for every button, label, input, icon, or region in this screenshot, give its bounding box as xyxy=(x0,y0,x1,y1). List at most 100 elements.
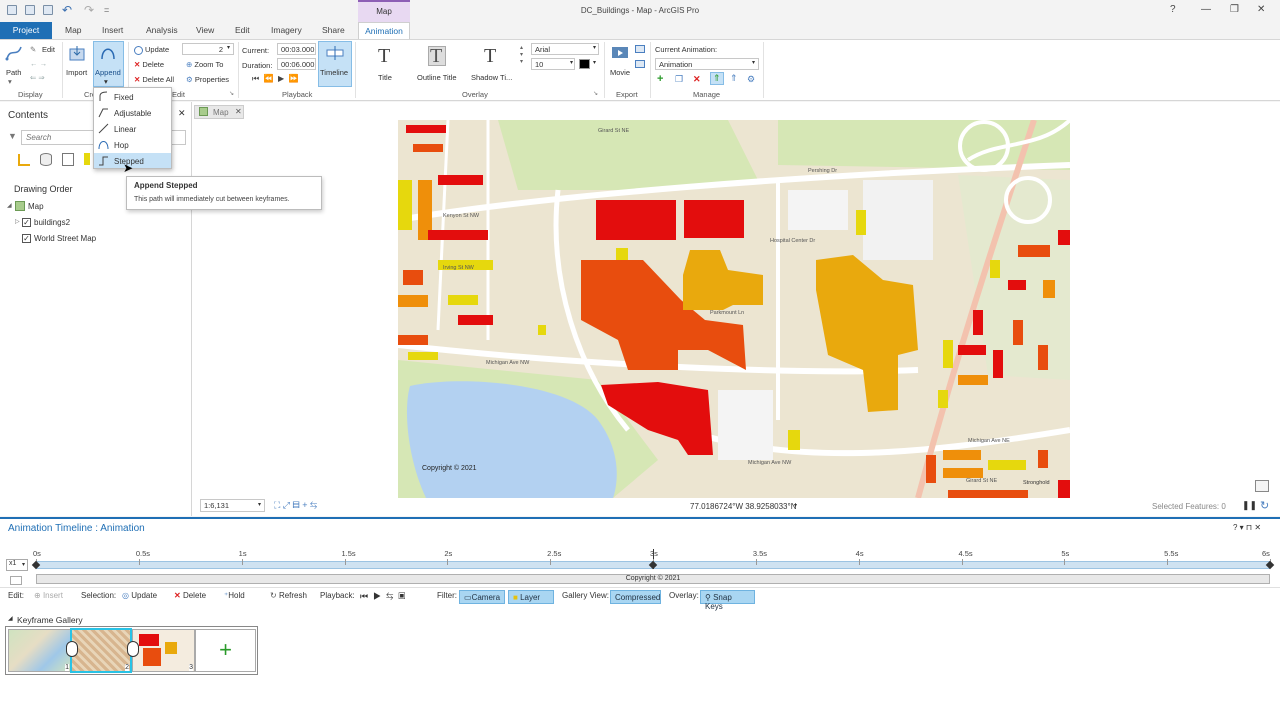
import-button[interactable]: Import xyxy=(66,68,87,77)
outline-title-button[interactable]: Outline Title xyxy=(417,73,457,82)
map-view-tab[interactable]: Map ✕ xyxy=(194,105,244,119)
tab-map[interactable]: Map xyxy=(65,25,82,35)
delete-all-button[interactable]: ✕ Delete All xyxy=(134,75,174,84)
menu-item-hop[interactable]: Hop xyxy=(94,137,171,152)
restore-button[interactable]: ❐ xyxy=(1230,4,1239,15)
camera-filter-toggle[interactable]: ▭Camera xyxy=(459,590,505,604)
pause-drawing-icon[interactable]: ❚❚ xyxy=(1242,500,1257,511)
layer-buildings2[interactable]: buildings2 xyxy=(34,218,70,227)
tab-insert[interactable]: Insert xyxy=(102,25,123,35)
refresh-map-icon[interactable]: ↻ xyxy=(1260,499,1269,512)
layer-visibility-checkbox[interactable]: ✓ xyxy=(22,218,31,227)
refresh-button[interactable]: ↻ Refresh xyxy=(270,591,307,600)
path-dropdown-icon[interactable]: ▾ xyxy=(8,77,12,86)
tab-edit[interactable]: Edit xyxy=(235,25,250,35)
expand-layer-icon[interactable]: ▷ xyxy=(15,218,20,225)
tab-imagery[interactable]: Imagery xyxy=(271,25,302,35)
font-size-field[interactable]: 10 xyxy=(531,58,575,70)
tab-project[interactable]: Project xyxy=(0,22,52,39)
timeline-playback-icons[interactable]: ⏮ ▶ ⇆ ▣ xyxy=(360,591,405,602)
list-by-drawing-order-icon[interactable] xyxy=(18,154,30,166)
previous-arrow-icon[interactable]: ← → xyxy=(30,59,47,68)
hold-button[interactable]: ⁺Hold xyxy=(224,591,245,600)
current-time-field[interactable]: 00:03.000 xyxy=(277,43,316,55)
minimize-button[interactable]: — xyxy=(1201,4,1211,15)
map-overview-icon[interactable] xyxy=(1255,480,1269,492)
gallery-scroll-icon[interactable]: ▴ ▾ ▾ xyxy=(520,44,523,65)
first-last-arrow-icon[interactable]: ⇐ ⇒ xyxy=(30,73,45,82)
font-family-field[interactable]: Arial xyxy=(531,43,599,55)
zoom-to-button[interactable]: ⊕ Zoom To xyxy=(186,60,223,69)
keyframe-count-dropdown-icon[interactable]: ▾ xyxy=(227,44,230,51)
edit-dialog-launcher-icon[interactable]: ↘ xyxy=(229,90,234,97)
tab-view[interactable]: View xyxy=(196,25,214,35)
menu-item-adjustable[interactable]: Adjustable xyxy=(94,105,171,120)
keyframe-thumbnail-selected[interactable]: 2 xyxy=(70,628,132,673)
insert-button[interactable]: ⊕ Insert xyxy=(34,591,63,600)
tab-share[interactable]: Share xyxy=(322,25,345,35)
playback-controls-icon[interactable]: ⏮ ⏪ ▶ ⏩ xyxy=(252,74,299,84)
export-image-icon[interactable] xyxy=(635,45,645,53)
duration-field[interactable]: 00:06.000 xyxy=(277,58,316,70)
scale-dropdown-icon[interactable]: ▾ xyxy=(258,501,261,508)
close-window-button[interactable]: ✕ xyxy=(1257,4,1265,15)
font-size-dropdown-icon[interactable]: ▾ xyxy=(570,59,573,66)
list-by-editing-icon[interactable] xyxy=(84,153,90,165)
path-button[interactable]: Path xyxy=(6,68,21,77)
close-map-tab-icon[interactable]: ✕ xyxy=(235,107,242,116)
font-color-dropdown-icon[interactable]: ▾ xyxy=(593,59,596,66)
playback-speed-dropdown-icon[interactable]: ▾ xyxy=(22,561,25,568)
title-button[interactable]: Title xyxy=(378,73,392,82)
menu-item-fixed[interactable]: Fixed xyxy=(94,89,171,104)
transition-hop-icon[interactable] xyxy=(66,641,78,657)
filter-icon[interactable]: ▼ xyxy=(8,131,17,141)
compressed-toggle[interactable]: Compressed xyxy=(610,590,661,604)
display-edit-button[interactable]: Edit xyxy=(42,45,55,54)
list-by-selection-icon[interactable] xyxy=(62,153,74,166)
overlay-track[interactable]: Copyright © 2021 xyxy=(36,574,1270,584)
add-animation-icon[interactable]: + xyxy=(657,73,663,85)
current-animation-field[interactable]: Animation xyxy=(655,58,759,70)
append-dropdown-icon[interactable]: ▾ xyxy=(104,77,108,86)
close-pane-icon[interactable]: ✕ xyxy=(178,108,186,119)
transition-hop-icon[interactable] xyxy=(127,641,139,657)
keyframe-thumbnail[interactable]: 3 xyxy=(132,629,195,672)
delete-button[interactable]: ✕ Delete xyxy=(134,60,164,69)
layer-filter-toggle[interactable]: ■ Layer xyxy=(508,590,554,604)
export-video-icon[interactable] xyxy=(635,60,645,68)
collapse-gallery-icon[interactable]: ◢ xyxy=(8,615,13,622)
movie-button[interactable]: Movie xyxy=(610,68,630,77)
map-canvas[interactable]: Kenyon St NW Irving St NW Hospital Cente… xyxy=(398,120,1070,498)
layer-world-street-map[interactable]: World Street Map xyxy=(34,234,96,243)
font-family-dropdown-icon[interactable]: ▾ xyxy=(593,44,596,51)
menu-item-linear[interactable]: Linear xyxy=(94,121,171,136)
shadow-title-button[interactable]: Shadow Ti... xyxy=(471,73,512,82)
map-navigation-icons[interactable]: ⛶ ⤢ ▤ + ⇆ xyxy=(274,500,317,511)
animation-properties-icon[interactable]: ⚙ xyxy=(747,74,755,85)
export-animation-icon[interactable]: ⇑ xyxy=(730,73,738,84)
timeline-delete-button[interactable]: ✕ Delete xyxy=(174,591,206,600)
copy-animation-icon[interactable]: ❐ xyxy=(675,74,683,85)
expand-map-icon[interactable]: ◢ xyxy=(7,202,12,209)
track-options-icon[interactable] xyxy=(10,576,22,585)
keyframe-thumbnail[interactable]: 1 xyxy=(8,629,71,672)
scale-field[interactable]: 1:6,131 xyxy=(200,499,265,512)
update-button[interactable]: Update xyxy=(134,45,169,55)
basemap-visibility-checkbox[interactable]: ✓ xyxy=(22,234,31,243)
add-keyframe-button[interactable]: + xyxy=(195,629,256,672)
coordinate-format-dropdown-icon[interactable]: ▾ xyxy=(794,502,797,509)
current-animation-dropdown-icon[interactable]: ▾ xyxy=(752,59,755,66)
timeline-update-button[interactable]: ◎ Update xyxy=(122,591,157,600)
delete-animation-icon[interactable]: ✕ xyxy=(693,74,701,85)
list-by-data-source-icon[interactable] xyxy=(40,153,52,166)
pane-options-icons[interactable]: ? ▾ ⊓ ✕ xyxy=(1233,523,1261,532)
overlay-dialog-launcher-icon[interactable]: ↘ xyxy=(593,90,598,97)
help-button[interactable]: ? xyxy=(1170,4,1176,15)
map-node-label[interactable]: Map xyxy=(28,202,44,211)
append-button[interactable]: Append xyxy=(95,68,121,77)
snap-keys-toggle[interactable]: ⚲ Snap Keys xyxy=(700,590,755,611)
font-color-swatch[interactable] xyxy=(579,59,590,69)
tab-analysis[interactable]: Analysis xyxy=(146,25,178,35)
tab-animation[interactable]: Animation xyxy=(358,22,410,39)
properties-button[interactable]: ⚙ Properties xyxy=(186,75,229,84)
